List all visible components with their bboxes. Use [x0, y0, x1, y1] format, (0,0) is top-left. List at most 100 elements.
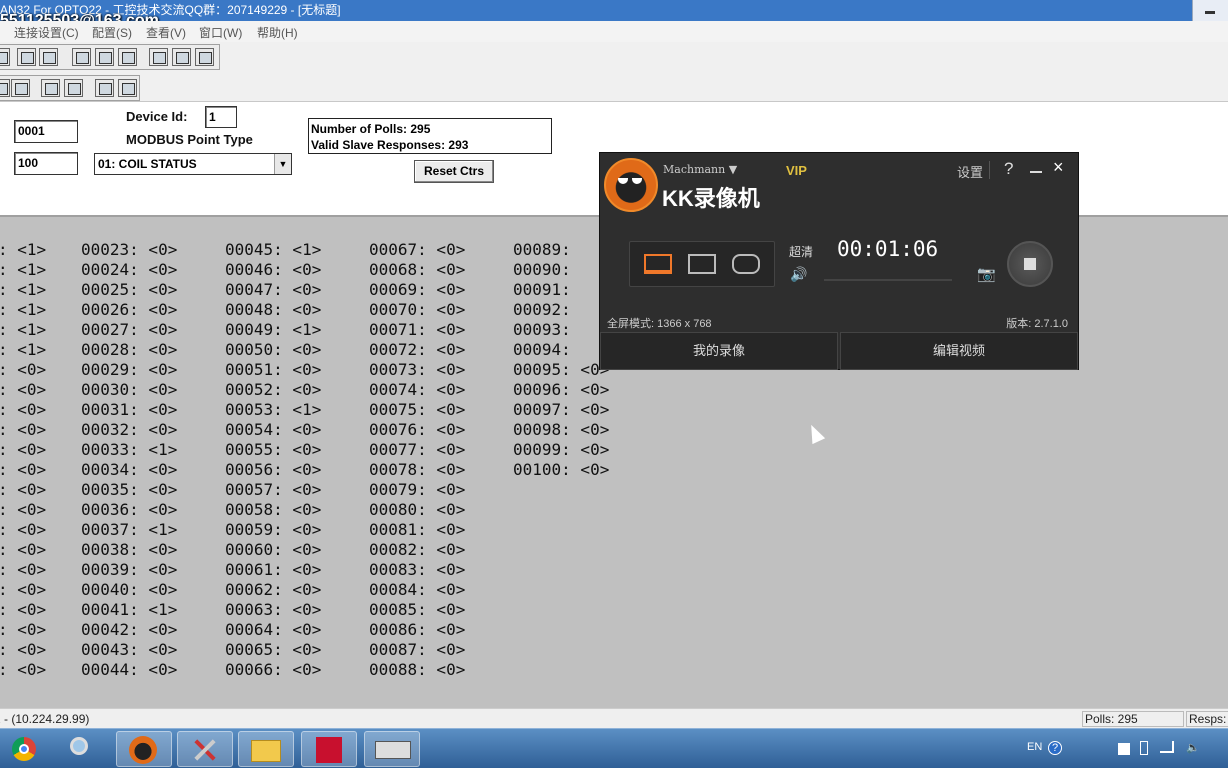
point-type-select[interactable]: 01: COIL STATUS ▼: [94, 153, 292, 175]
exchange-icon[interactable]: [39, 48, 58, 66]
grid-cell: 00044: <0>: [81, 660, 178, 679]
grid-cell: 00042: <0>: [81, 620, 178, 639]
device-id-field[interactable]: 1: [205, 106, 237, 128]
grid-cell: 00094:: [513, 340, 571, 359]
region-mode-icon[interactable]: [688, 254, 716, 274]
language-indicator[interactable]: EN: [1027, 741, 1042, 753]
b2r-icon[interactable]: [64, 79, 83, 97]
recording-timer: 00:01:06: [837, 237, 939, 261]
grid-cell: 00031: <0>: [81, 400, 178, 419]
folder-icon[interactable]: [238, 731, 294, 767]
format-icon[interactable]: [11, 79, 30, 97]
kk-username[interactable]: Machmann ▼: [663, 163, 737, 176]
hex-icon[interactable]: [0, 79, 10, 97]
help-button[interactable]: ?: [1004, 159, 1013, 179]
grid-cell: 00038: <0>: [81, 540, 178, 559]
my-recordings-tab[interactable]: 我的录像: [600, 332, 838, 370]
help-tray-icon[interactable]: ?: [1048, 741, 1062, 755]
grid-cell: 00041: <1>: [81, 600, 178, 619]
grid-cell: : <0>: [0, 460, 47, 479]
grid-cell: 00066: <0>: [225, 660, 322, 679]
magnifier-tool-icon[interactable]: [58, 731, 114, 767]
disconnect-icon[interactable]: [17, 48, 36, 66]
tools-icon[interactable]: [177, 731, 233, 767]
tree-icon[interactable]: [72, 48, 91, 66]
record-mode-selector: [629, 241, 775, 287]
grid-cell: 00095: <0>: [513, 360, 610, 379]
signal-icon[interactable]: [1160, 741, 1174, 753]
close-icon[interactable]: ×: [1053, 157, 1064, 178]
grid-cell: : <0>: [0, 660, 47, 679]
polls-status: Polls: 295: [1082, 711, 1184, 727]
menu-view[interactable]: 查看(V): [146, 24, 186, 41]
whats-this-icon[interactable]: [195, 48, 214, 66]
battery-icon[interactable]: [1140, 741, 1148, 755]
vip-badge[interactable]: VIP: [786, 163, 807, 178]
fullscreen-mode-icon[interactable]: [644, 254, 672, 274]
settings-button[interactable]: 设置: [957, 162, 983, 181]
minimize-icon[interactable]: [1030, 171, 1042, 173]
volume-slider[interactable]: [824, 279, 952, 281]
grid-cell: 00046: <0>: [225, 260, 322, 279]
connection-status: 2 - (10.224.29.99): [0, 712, 90, 726]
grid-cell: 00047: <0>: [225, 280, 322, 299]
grid-cell: 00076: <0>: [369, 420, 466, 439]
grid-cell: 00028: <0>: [81, 340, 178, 359]
grid-cell: 00088: <0>: [369, 660, 466, 679]
device-id-label: Device Id:: [126, 109, 188, 124]
start-address-field[interactable]: 0001: [14, 120, 78, 143]
grid-cell: 00049: <1>: [225, 320, 322, 339]
stop-recording-button[interactable]: [1007, 241, 1053, 287]
header-divider: [989, 161, 990, 179]
game-mode-icon[interactable]: [732, 254, 760, 274]
grid-cell: : <0>: [0, 480, 47, 499]
pdf-icon[interactable]: [301, 731, 357, 767]
connect-icon[interactable]: [0, 48, 10, 66]
grid-cell: 00075: <0>: [369, 400, 466, 419]
grid-cell: : <0>: [0, 600, 47, 619]
monitor-icon[interactable]: [95, 48, 114, 66]
grid-cell: 00058: <0>: [225, 500, 322, 519]
grid-cell: 00043: <0>: [81, 640, 178, 659]
grid-cell: 00083: <0>: [369, 560, 466, 579]
grid-cell: : <0>: [0, 360, 47, 379]
grid-cell: 00060: <0>: [225, 540, 322, 559]
b4-icon[interactable]: [95, 79, 114, 97]
reset-counters-button[interactable]: Reset Ctrs: [414, 160, 494, 183]
grid-cell: 00024: <0>: [81, 260, 178, 279]
grid-column-0: : <1>: <1>: <1>: <1>: <1>: <1>: <0>: <0>…: [0, 240, 46, 680]
kk-recorder-icon[interactable]: [116, 731, 172, 767]
windows-taskbar: EN ? 🔈: [0, 728, 1228, 768]
grid-cell: 00068: <0>: [369, 260, 466, 279]
menu-window[interactable]: 窗口(W): [199, 24, 242, 41]
edit-video-tab[interactable]: 编辑视频: [840, 332, 1078, 370]
wintech-icon[interactable]: [364, 731, 420, 767]
grid-cell: : <0>: [0, 580, 47, 599]
version-label: 版本: 2.7.1.0: [1006, 318, 1068, 330]
b4r-icon[interactable]: [118, 79, 137, 97]
speaker-icon[interactable]: 🔊: [790, 266, 807, 283]
screenshot-camera-icon[interactable]: 📷: [977, 265, 996, 283]
length-field[interactable]: 100: [14, 152, 78, 175]
volume-icon[interactable]: 🔈: [1186, 741, 1200, 754]
menu-help[interactable]: 帮助(H): [257, 24, 298, 41]
print-icon[interactable]: [149, 48, 168, 66]
menu-setup[interactable]: 配置(S): [92, 24, 132, 41]
grid-cell: 00057: <0>: [225, 480, 322, 499]
display-icon[interactable]: [118, 48, 137, 66]
network-alert-icon[interactable]: [1118, 743, 1130, 755]
b2-icon[interactable]: [41, 79, 60, 97]
chevron-down-icon[interactable]: ▼: [274, 154, 291, 174]
grid-cell: 00093:: [513, 320, 571, 339]
chrome-icon[interactable]: [2, 731, 58, 767]
grid-cell: : <1>: [0, 240, 47, 259]
grid-cell: 00040: <0>: [81, 580, 178, 599]
grid-cell: 00030: <0>: [81, 380, 178, 399]
grid-column-2: 00045: <1> 00046: <0> 00047: <0> 00048: <0>…: [225, 240, 321, 680]
quality-selector[interactable]: 超清: [789, 243, 813, 260]
point-type-value: 01: COIL STATUS: [98, 157, 197, 171]
menu-connection[interactable]: 连接设置(C): [14, 24, 79, 41]
help-icon[interactable]: [172, 48, 191, 66]
minimize-window-button[interactable]: [1192, 0, 1228, 21]
grid-cell: 00063: <0>: [225, 600, 322, 619]
